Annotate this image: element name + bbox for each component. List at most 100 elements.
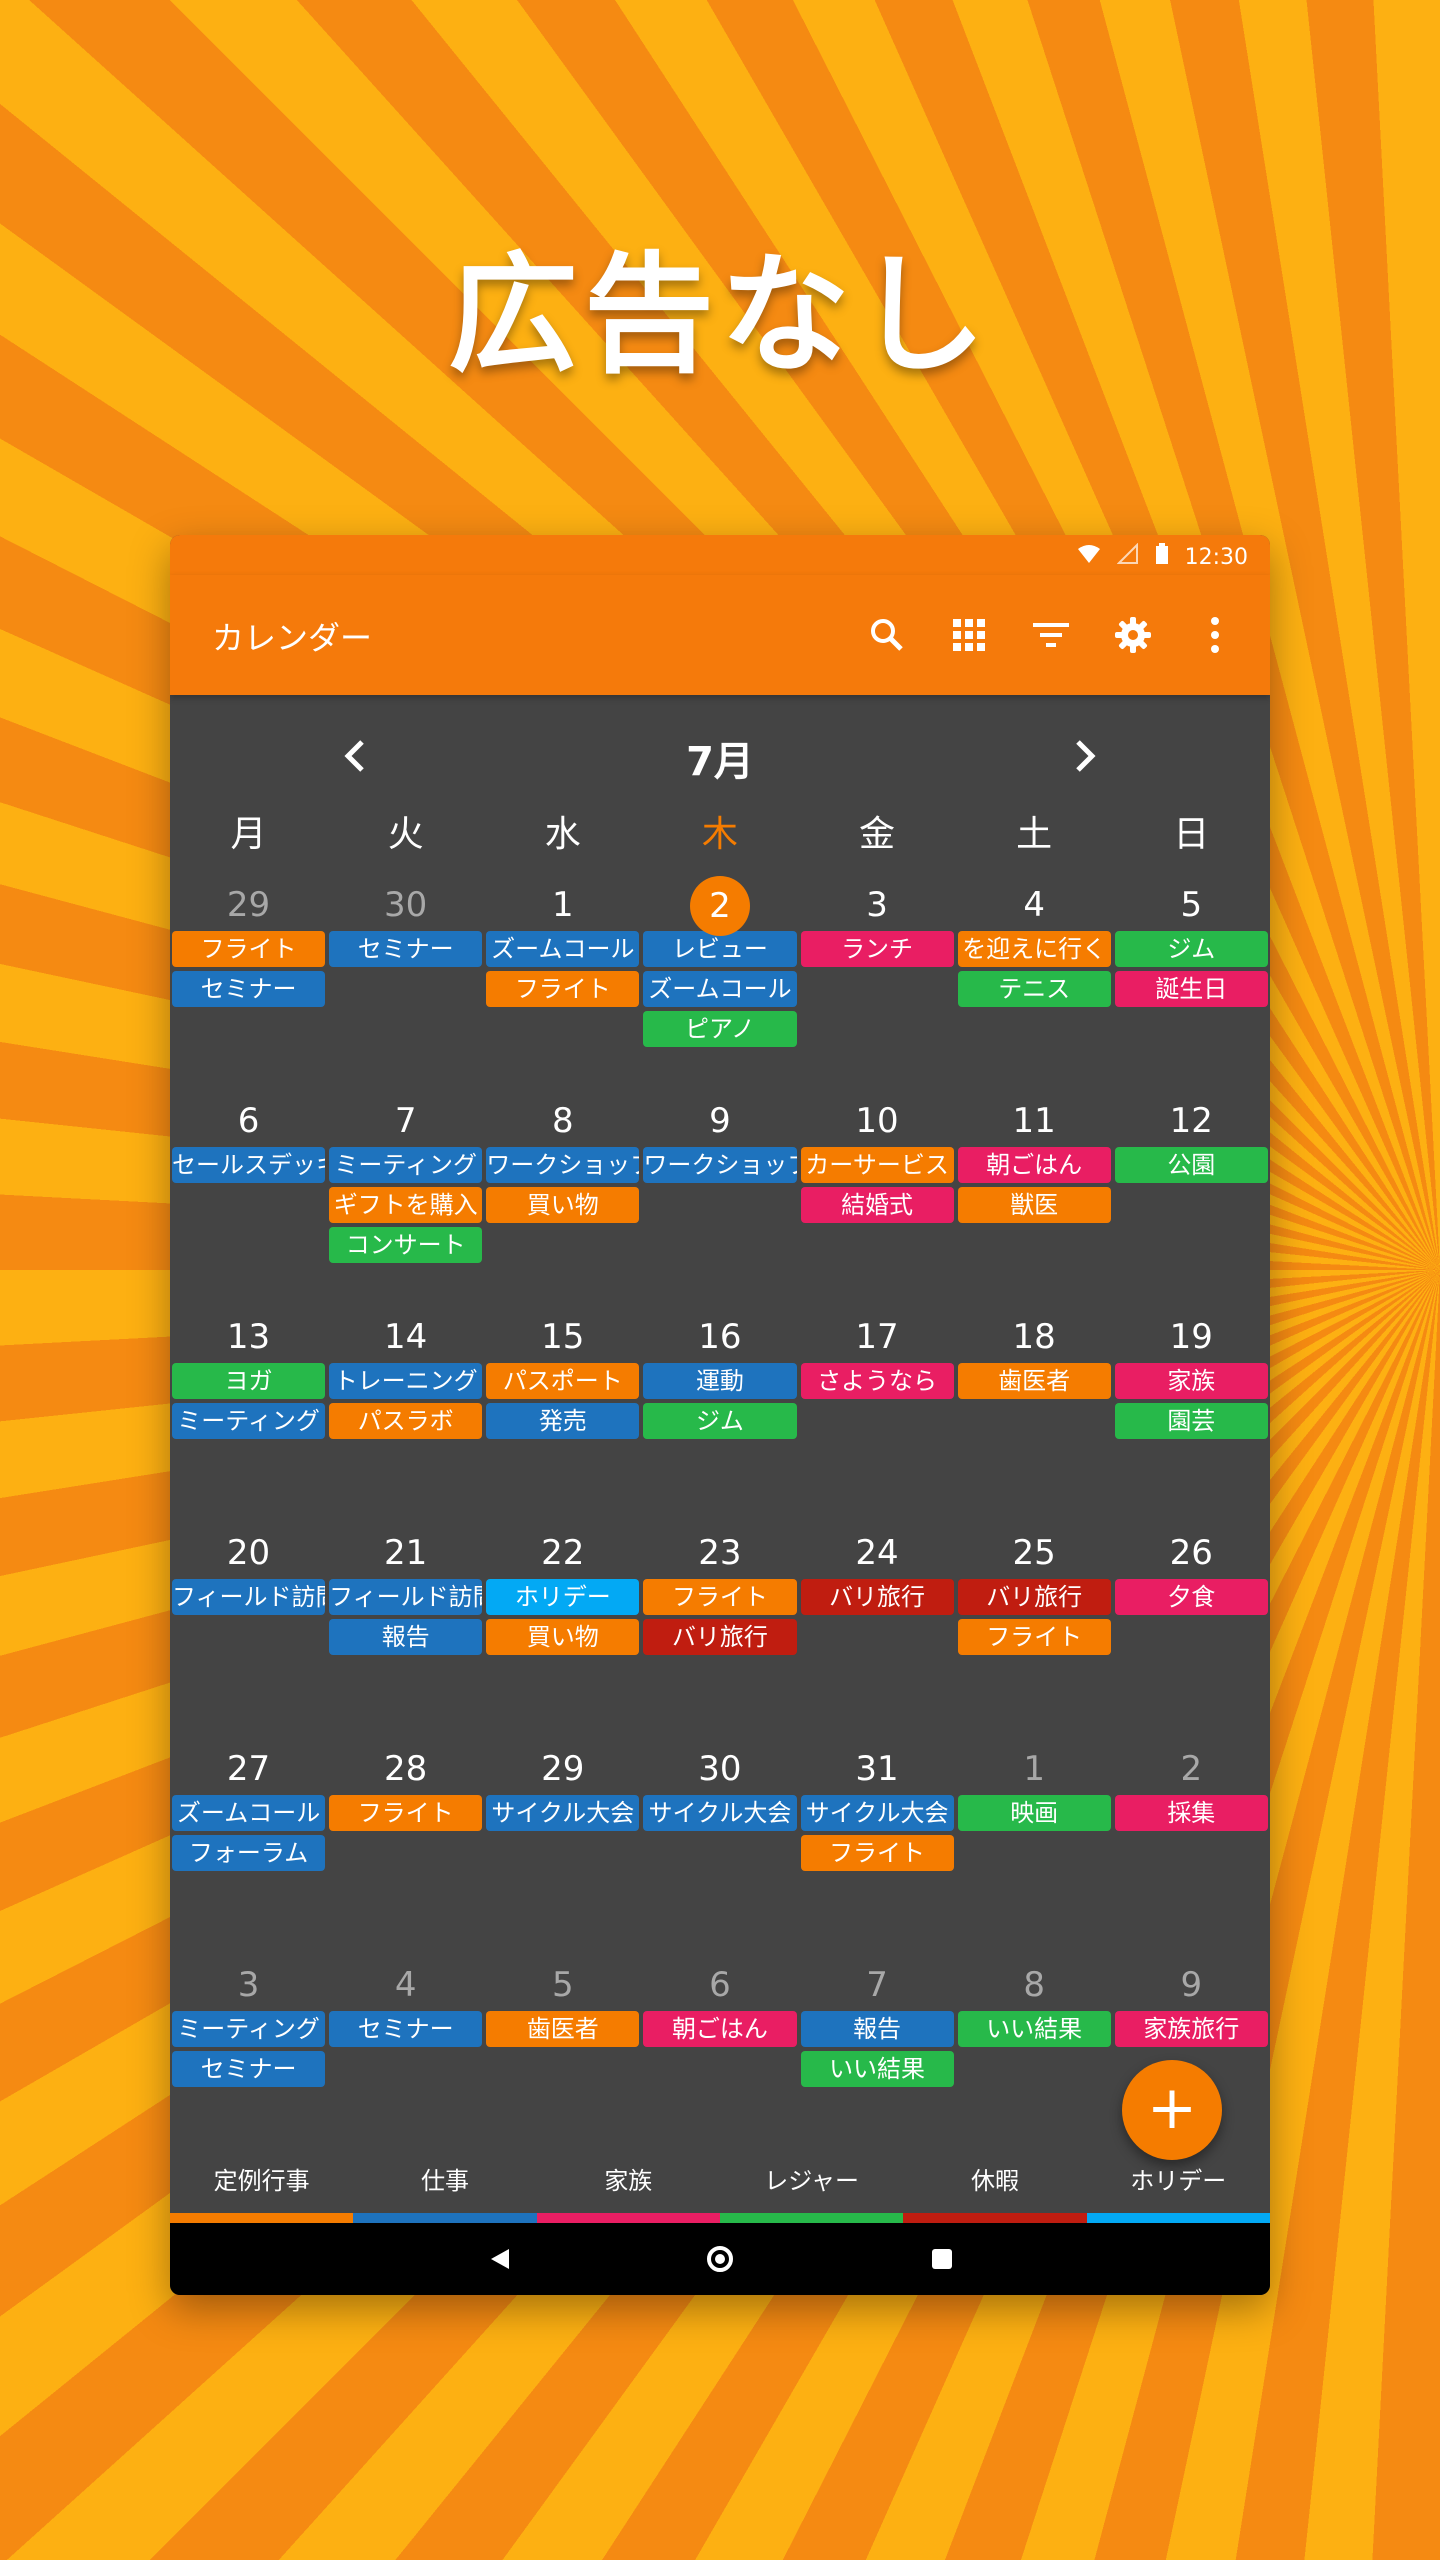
day-cell[interactable]: 5 ジム 誕生日 bbox=[1113, 880, 1270, 1096]
event-chip[interactable]: 報告 bbox=[800, 2011, 954, 2047]
event-chip[interactable]: ピアノ bbox=[643, 1011, 797, 1047]
event-chip[interactable]: ランチ bbox=[800, 931, 954, 967]
day-cell[interactable]: 22 ホリデー 買い物 bbox=[484, 1528, 641, 1744]
day-cell[interactable]: 16 運動 ジム bbox=[641, 1312, 798, 1528]
event-chip[interactable]: ジム bbox=[1114, 931, 1268, 967]
day-cell[interactable]: 23 フライト バリ旅行 bbox=[641, 1528, 798, 1744]
next-month-button[interactable] bbox=[1050, 721, 1120, 791]
event-chip[interactable]: セミナー bbox=[172, 2051, 326, 2087]
day-cell[interactable]: 2 採集 bbox=[1113, 1744, 1270, 1960]
day-cell[interactable]: 1 映画 bbox=[956, 1744, 1113, 1960]
day-cell[interactable]: 24 バリ旅行 bbox=[799, 1528, 956, 1744]
event-chip[interactable]: カーサービス bbox=[800, 1147, 954, 1183]
day-cell[interactable]: 10 カーサービス 結婚式 bbox=[799, 1096, 956, 1312]
event-chip[interactable]: フォーラム bbox=[172, 1835, 326, 1871]
event-chip[interactable]: フライト bbox=[800, 1835, 954, 1871]
event-chip[interactable]: 獣医 bbox=[957, 1187, 1111, 1223]
event-chip[interactable]: フィールド訪問 bbox=[172, 1579, 326, 1615]
event-chip[interactable]: 歯医者 bbox=[957, 1363, 1111, 1399]
event-chip[interactable]: フライト bbox=[486, 971, 640, 1007]
day-cell[interactable]: 19 家族 園芸 bbox=[1113, 1312, 1270, 1528]
event-chip[interactable]: ズームコール bbox=[643, 971, 797, 1007]
day-cell[interactable]: 21 フィールド訪問 報告 bbox=[327, 1528, 484, 1744]
event-chip[interactable]: ミーティング bbox=[329, 1147, 483, 1183]
day-cell[interactable]: 4 を迎えに行く テニス bbox=[956, 880, 1113, 1096]
day-cell[interactable]: 3 ミーティング セミナー bbox=[170, 1960, 327, 2176]
event-chip[interactable]: ワークショップ bbox=[643, 1147, 797, 1183]
event-chip[interactable]: 買い物 bbox=[486, 1187, 640, 1223]
day-cell[interactable]: 15 パスポート 発売 bbox=[484, 1312, 641, 1528]
day-cell[interactable]: 9 ワークショップ bbox=[641, 1096, 798, 1312]
legend-item[interactable]: レジャー bbox=[719, 2155, 904, 2223]
event-chip[interactable]: 家族旅行 bbox=[1114, 2011, 1268, 2047]
event-chip[interactable]: セミナー bbox=[329, 931, 483, 967]
day-cell[interactable]: 1 ズームコール フライト bbox=[484, 880, 641, 1096]
event-chip[interactable]: ズームコール bbox=[172, 1795, 326, 1831]
event-chip[interactable]: 発売 bbox=[486, 1403, 640, 1439]
event-chip[interactable]: いい結果 bbox=[800, 2051, 954, 2087]
event-chip[interactable]: 運動 bbox=[643, 1363, 797, 1399]
event-chip[interactable]: テニス bbox=[957, 971, 1111, 1007]
event-chip[interactable]: ズームコール bbox=[486, 931, 640, 967]
day-cell[interactable]: 4 セミナー bbox=[327, 1960, 484, 2176]
day-cell[interactable]: 28 フライト bbox=[327, 1744, 484, 1960]
day-cell[interactable]: 6 朝ごはん bbox=[641, 1960, 798, 2176]
event-chip[interactable]: フライト bbox=[643, 1579, 797, 1615]
day-cell[interactable]: 27 ズームコール フォーラム bbox=[170, 1744, 327, 1960]
event-chip[interactable]: 朝ごはん bbox=[957, 1147, 1111, 1183]
day-cell[interactable]: 3 ランチ bbox=[799, 880, 956, 1096]
legend-item[interactable]: ホリデー bbox=[1086, 2155, 1270, 2223]
event-chip[interactable]: フィールド訪問 bbox=[329, 1579, 483, 1615]
event-chip[interactable]: レビュー bbox=[643, 931, 797, 967]
event-chip[interactable]: ワークショップ bbox=[486, 1147, 640, 1183]
add-event-button[interactable]: + bbox=[1122, 2060, 1222, 2160]
day-cell[interactable]: 14 トレーニング パスラボ bbox=[327, 1312, 484, 1528]
legend-item[interactable]: 休暇 bbox=[903, 2155, 1087, 2223]
event-chip[interactable]: さようなら bbox=[800, 1363, 954, 1399]
gear-icon[interactable] bbox=[1104, 603, 1162, 667]
event-chip[interactable]: 夕食 bbox=[1114, 1579, 1268, 1615]
event-chip[interactable]: 歯医者 bbox=[486, 2011, 640, 2047]
event-chip[interactable]: サイクル大会 bbox=[800, 1795, 954, 1831]
day-cell[interactable]: 7 ミーティング ギフトを購入 コンサート bbox=[327, 1096, 484, 1312]
recents-icon[interactable] bbox=[920, 2237, 964, 2281]
filter-icon[interactable] bbox=[1022, 603, 1080, 667]
day-cell[interactable]: 12 公園 bbox=[1113, 1096, 1270, 1312]
grid-icon[interactable] bbox=[940, 603, 998, 667]
event-chip[interactable]: 公園 bbox=[1114, 1147, 1268, 1183]
event-chip[interactable]: セミナー bbox=[172, 971, 326, 1007]
home-icon[interactable] bbox=[698, 2237, 742, 2281]
day-cell[interactable]: 29 フライト セミナー bbox=[170, 880, 327, 1096]
day-cell[interactable]: 30 サイクル大会 bbox=[641, 1744, 798, 1960]
legend-item[interactable]: 仕事 bbox=[353, 2155, 537, 2223]
legend-item[interactable]: 定例行事 bbox=[170, 2155, 354, 2223]
day-cell[interactable]: 18 歯医者 bbox=[956, 1312, 1113, 1528]
event-chip[interactable]: パスポート bbox=[486, 1363, 640, 1399]
event-chip[interactable]: ミーティング bbox=[172, 1403, 326, 1439]
event-chip[interactable]: いい結果 bbox=[957, 2011, 1111, 2047]
event-chip[interactable]: 買い物 bbox=[486, 1619, 640, 1655]
event-chip[interactable]: ジム bbox=[643, 1403, 797, 1439]
day-cell[interactable]: 8 いい結果 bbox=[956, 1960, 1113, 2176]
event-chip[interactable]: 家族 bbox=[1114, 1363, 1268, 1399]
more-vert-icon[interactable] bbox=[1186, 603, 1244, 667]
event-chip[interactable]: サイクル大会 bbox=[643, 1795, 797, 1831]
event-chip[interactable]: フライト bbox=[172, 931, 326, 967]
day-cell[interactable]: 5 歯医者 bbox=[484, 1960, 641, 2176]
day-cell[interactable]: 25 バリ旅行 フライト bbox=[956, 1528, 1113, 1744]
event-chip[interactable]: 報告 bbox=[329, 1619, 483, 1655]
event-chip[interactable]: 朝ごはん bbox=[643, 2011, 797, 2047]
event-chip[interactable]: 映画 bbox=[957, 1795, 1111, 1831]
event-chip[interactable]: 園芸 bbox=[1114, 1403, 1268, 1439]
day-cell[interactable]: 20 フィールド訪問 bbox=[170, 1528, 327, 1744]
event-chip[interactable]: を迎えに行く bbox=[957, 931, 1111, 967]
event-chip[interactable]: バリ旅行 bbox=[957, 1579, 1111, 1615]
event-chip[interactable]: バリ旅行 bbox=[643, 1619, 797, 1655]
event-chip[interactable]: ヨガ bbox=[172, 1363, 326, 1399]
event-chip[interactable]: セールスデッキ bbox=[172, 1147, 326, 1183]
day-cell-today[interactable]: 2 レビュー ズームコール ピアノ bbox=[641, 876, 798, 1096]
event-chip[interactable]: サイクル大会 bbox=[486, 1795, 640, 1831]
day-cell[interactable]: 13 ヨガ ミーティング bbox=[170, 1312, 327, 1528]
event-chip[interactable]: コンサート bbox=[329, 1227, 483, 1263]
event-chip[interactable]: フライト bbox=[957, 1619, 1111, 1655]
